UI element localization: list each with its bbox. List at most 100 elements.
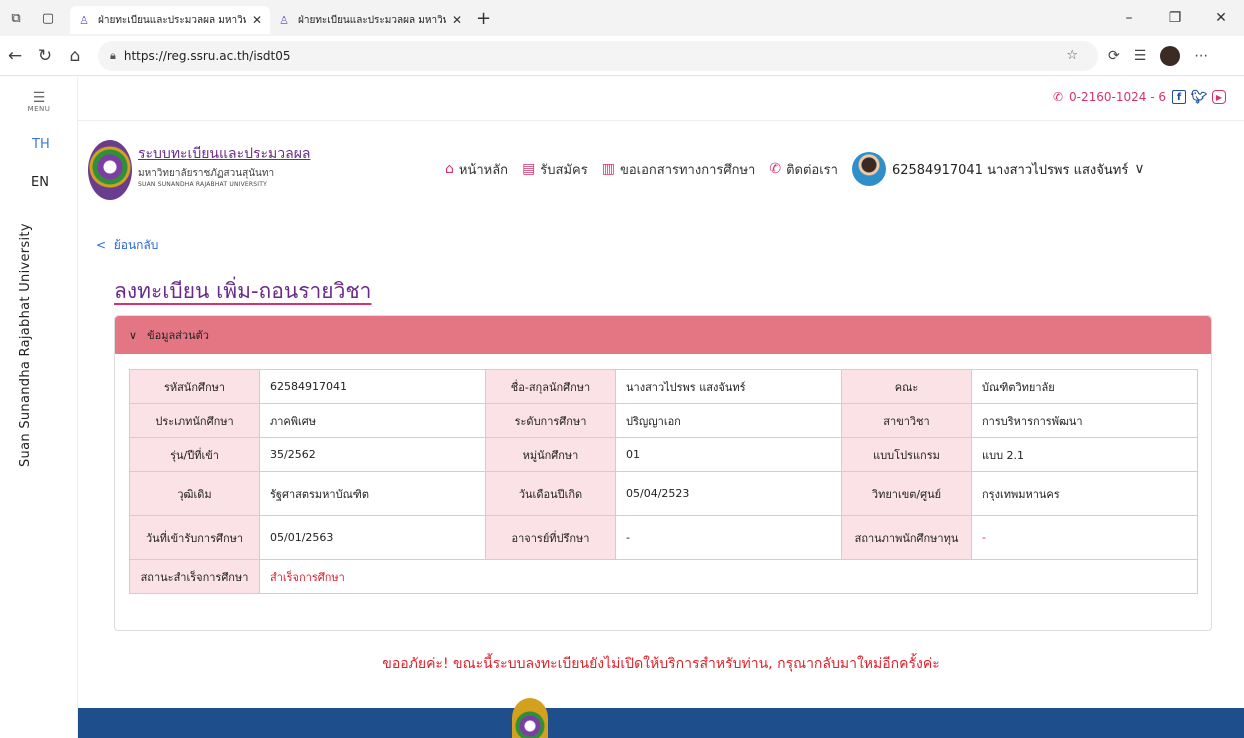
page-footer (78, 698, 1244, 738)
profile-avatar[interactable] (1160, 45, 1181, 66)
table-row: วุฒิเดิม รัฐศาสตรมหาบัณฑิต วันเดือนปีเกิ… (129, 471, 1198, 516)
lang-en-link[interactable]: EN (31, 175, 49, 190)
site-favicon-icon: ♙ (279, 13, 289, 27)
browser-tab-active[interactable]: ♙ ฝ่ายทะเบียนและประมวลผล มหาวิทยาลั ✕ (70, 6, 270, 34)
table-row: ประเภทนักศึกษา ภาคพิเศษ ระดับการศึกษา ปร… (129, 403, 1198, 438)
new-tab-icon[interactable]: + (476, 8, 491, 29)
url-field[interactable]: 🔒︎ https://reg.ssru.ac.th/isdt05 ☆ (98, 40, 1098, 71)
field-value: - (971, 515, 1198, 560)
nav-request-docs-label: ขอเอกสารทางการศึกษา (619, 162, 756, 178)
graduation-status-value: สำเร็จการศึกษา (259, 559, 1198, 594)
university-logo[interactable] (88, 140, 132, 200)
nav-home[interactable]: ⌂ หน้าหลัก (445, 159, 508, 180)
field-value: 05/04/2523 (615, 471, 842, 516)
minimize-icon[interactable]: – (1106, 10, 1152, 26)
nav-request-docs[interactable]: ▥ ขอเอกสารทางการศึกษา (602, 159, 756, 180)
side-rail: ☰ MENU TH EN Suan Sunandha Rajabhat Univ… (0, 77, 78, 738)
browser-tab[interactable]: ♙ ฝ่ายทะเบียนและประมวลผล มหาวิทยาลั ✕ (270, 6, 470, 34)
main-nav: ⌂ หน้าหลัก ▤ รับสมัคร ▥ ขอเอกสารทางการศึ… (445, 152, 1145, 186)
registration-closed-notice: ขออภัยค่ะ! ขณะนี้ระบบลงทะเบียนยังไม่เปิด… (382, 656, 940, 672)
refresh-icon[interactable]: ↻ (30, 46, 60, 66)
field-label: วันเดือนปีเกิด (485, 471, 616, 516)
nav-home-label: หน้าหลัก (458, 162, 509, 178)
field-label: วันที่เข้ารับการศึกษา (129, 515, 260, 560)
field-label: หมู่นักศึกษา (485, 437, 616, 472)
nav-contact-label: ติดต่อเรา (786, 162, 838, 178)
field-value: บัณฑิตวิทยาลัย (971, 369, 1198, 404)
nav-contact[interactable]: ✆ ติดต่อเรา (769, 159, 838, 180)
youtube-icon[interactable]: ▶ (1212, 90, 1226, 104)
form-icon: ▤ (522, 161, 536, 177)
window-controls: – ❐ ✕ (1106, 10, 1244, 26)
chevron-down-icon: ∨ (129, 328, 138, 342)
field-label: ชื่อ-สกุลนักศึกษา (485, 369, 616, 404)
menu-button[interactable]: ☰ MENU (24, 91, 54, 113)
phone-number[interactable]: 0-2160-1024 - 6 (1069, 90, 1166, 104)
header-divider (78, 120, 1244, 121)
phone-icon: ✆ (1052, 90, 1064, 104)
field-value: นางสาวไปรพร แสงจันทร์ (615, 369, 842, 404)
restore-icon[interactable]: ❐ (1152, 10, 1198, 26)
panel-header[interactable]: ∨ ข้อมูลส่วนตัว (115, 316, 1211, 354)
field-value: รัฐศาสตรมหาบัณฑิต (259, 471, 486, 516)
home-icon: ⌂ (445, 161, 454, 177)
table-row: รหัสนักศึกษา 62584917041 ชื่อ-สกุลนักศึก… (129, 369, 1198, 404)
field-value: - (615, 515, 842, 560)
user-name: 62584917041 นางสาวไปรพร แสงจันทร์ (891, 162, 1129, 178)
brand-subtitle-th: มหาวิทยาลัยราชภัฏสวนสุนันทา (138, 168, 275, 179)
close-tab-icon[interactable]: ✕ (252, 13, 262, 27)
favorite-star-icon[interactable]: ☆ (1066, 48, 1088, 63)
lock-icon: 🔒︎ (110, 48, 116, 62)
contact-row: ✆ 0-2160-1024 - 6 f 🐦︎ ▶ (1052, 90, 1226, 105)
chevron-down-icon: ∨ (1134, 161, 1145, 177)
close-tab-icon[interactable]: ✕ (452, 13, 462, 27)
more-icon[interactable]: ⋯ (1194, 48, 1208, 64)
menu-icon: ☰ (32, 90, 46, 106)
field-label: อาจารย์ที่ปรึกษา (485, 515, 616, 560)
user-menu[interactable]: 62584917041 นางสาวไปรพร แสงจันทร์ ∨ (851, 152, 1145, 186)
field-value: 62584917041 (259, 369, 486, 404)
table-row: วันที่เข้ารับการศึกษา 05/01/2563 อาจารย์… (129, 515, 1198, 560)
home-icon[interactable]: ⌂ (60, 46, 90, 66)
field-label: คณะ (841, 369, 972, 404)
field-value: ภาคพิเศษ (259, 403, 486, 438)
brand-block[interactable]: ระบบทะเบียนและประมวลผล มหาวิทยาลัยราชภัฏ… (138, 143, 311, 188)
close-window-icon[interactable]: ✕ (1198, 10, 1244, 26)
field-value: กรุงเทพมหานคร (971, 471, 1198, 516)
url-text: https://reg.ssru.ac.th/isdt05 (123, 48, 291, 63)
back-label: ย้อนกลับ (113, 238, 159, 252)
brand-subtitle-en: SUAN SUNANDHA RAJABHAT UNIVERSITY (138, 181, 267, 188)
personal-info-panel: ∨ ข้อมูลส่วนตัว รหัสนักศึกษา 62584917041… (114, 315, 1212, 631)
personal-info-table: รหัสนักศึกษา 62584917041 ชื่อ-สกุลนักศึก… (129, 369, 1198, 594)
lang-th-link[interactable]: TH (32, 137, 50, 152)
field-value: การบริหารการพัฒนา (971, 403, 1198, 438)
field-label: สถานภาพนักศึกษาทุน (841, 515, 972, 560)
favorites-icon[interactable]: ☰ (1134, 48, 1147, 64)
user-avatar (851, 152, 886, 186)
field-label: สาขาวิชา (841, 403, 972, 438)
tab-title: ฝ่ายทะเบียนและประมวลผล มหาวิทยาลั (298, 14, 446, 26)
footer-logo (512, 698, 548, 738)
field-value: ปริญญาเอก (615, 403, 842, 438)
browser-tabbar: ⧉ ▢ ♙ ฝ่ายทะเบียนและประมวลผล มหาวิทยาลั … (0, 0, 1244, 36)
facebook-icon[interactable]: f (1172, 90, 1186, 104)
extensions-icon[interactable]: ⟳ (1108, 48, 1120, 64)
field-label: แบบโปรแกรม (841, 437, 972, 472)
workspaces-icon[interactable]: ⧉ (0, 0, 32, 36)
field-label: ระดับการศึกษา (485, 403, 616, 438)
table-row: รุ่น/ปีที่เข้า 35/2562 หมู่นักศึกษา 01 แ… (129, 437, 1198, 472)
university-vertical-label: Suan Sunandha Rajabhat University (18, 223, 33, 467)
nav-apply[interactable]: ▤ รับสมัคร (522, 159, 588, 180)
field-label: ประเภทนักศึกษา (129, 403, 260, 438)
book-icon: ▥ (601, 161, 615, 177)
site-favicon-icon: ♙ (79, 13, 89, 27)
field-label: รุ่น/ปีที่เข้า (129, 437, 260, 472)
twitter-icon[interactable]: 🐦︎ (1191, 90, 1208, 105)
panel-title: ข้อมูลส่วนตัว (147, 329, 209, 342)
tab-actions-icon[interactable]: ▢ (32, 0, 64, 36)
back-icon[interactable]: ← (0, 46, 30, 66)
table-row: สถานะสำเร็จการศึกษา สำเร็จการศึกษา (129, 559, 1198, 594)
tab-title: ฝ่ายทะเบียนและประมวลผล มหาวิทยาลั (98, 14, 246, 26)
browser-addressbar: ← ↻ ⌂ 🔒︎ https://reg.ssru.ac.th/isdt05 ☆… (0, 36, 1244, 76)
back-link[interactable]: < ย้อนกลับ (96, 236, 158, 255)
